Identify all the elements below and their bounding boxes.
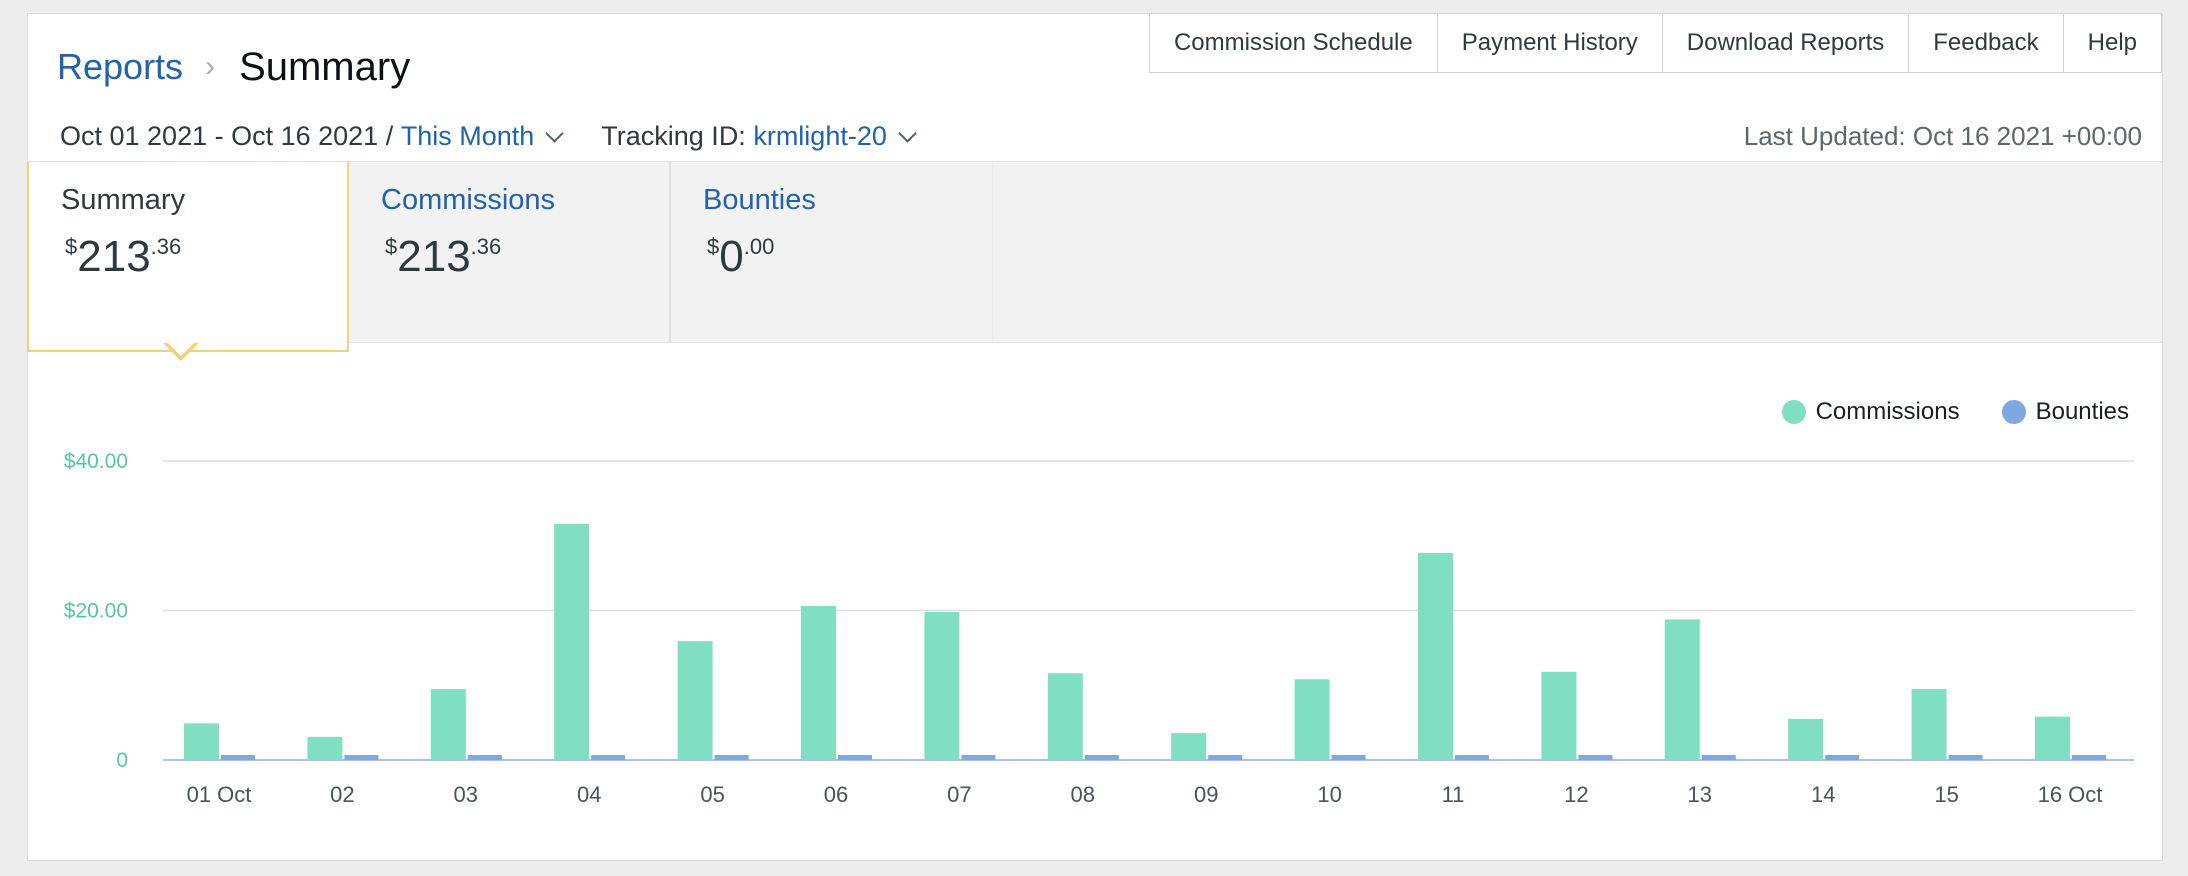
y-tick-label: $40.00 <box>64 450 128 473</box>
bar-commissions <box>1788 718 1824 760</box>
bar-bounties <box>221 755 255 760</box>
bar-commissions <box>924 611 960 760</box>
bar-commissions <box>554 523 590 760</box>
bar-bounties <box>1208 755 1243 760</box>
bar-commissions <box>1171 733 1207 760</box>
x-tick-label: 06 <box>824 782 848 807</box>
bar-bounties <box>961 755 996 760</box>
bar-commissions <box>1664 619 1700 760</box>
bar-bounties <box>714 755 749 760</box>
x-tick-label: 01 Oct <box>187 782 252 807</box>
summary-amount: $213.36 <box>65 232 182 281</box>
x-tick-label: 09 <box>1194 782 1218 807</box>
bar-bounties <box>1578 755 1613 760</box>
bar-commissions <box>677 641 713 760</box>
earnings-bar-chart: 0 $20.00 $40.00 01 Oct 02 03 04 05 06 07 08 09 10 11 1… <box>64 450 2134 807</box>
x-tick-label: 02 <box>330 782 354 807</box>
bar-commissions <box>1418 552 1453 760</box>
x-tick-label: 16 Oct <box>2038 782 2103 807</box>
bar-bounties <box>344 755 379 760</box>
bar-bounties <box>467 755 502 760</box>
bar-bounties <box>1948 755 1983 760</box>
x-tick-label: 08 <box>1071 782 1095 807</box>
x-tick-label: 10 <box>1317 782 1341 807</box>
x-tick-label: 03 <box>454 782 478 807</box>
bar-commissions <box>430 688 466 760</box>
bar-commissions <box>801 606 836 760</box>
bar-bounties <box>1084 755 1119 760</box>
bar-bounties <box>838 755 872 760</box>
x-tick-label: 14 <box>1811 782 1835 807</box>
y-tick-label: 0 <box>116 749 128 772</box>
bar-commissions <box>184 723 219 760</box>
bar-commissions <box>2035 716 2070 760</box>
reports-card: Reports › Summary Commission Schedule Pa… <box>27 13 2163 861</box>
y-tick-label: $20.00 <box>64 600 128 623</box>
bar-commissions <box>1047 673 1083 760</box>
x-tick-label: 13 <box>1688 782 1712 807</box>
bar-commissions <box>307 736 343 760</box>
bar-bounties <box>1331 755 1366 760</box>
x-tick-label: 05 <box>700 782 724 807</box>
x-tick-label: 07 <box>947 782 971 807</box>
bar-bounties <box>2072 755 2106 760</box>
x-tick-label: 12 <box>1564 782 1588 807</box>
bar-commissions <box>1911 688 1947 760</box>
bar-bounties <box>1455 755 1489 760</box>
tab-summary-title: Summary <box>61 184 186 216</box>
bar-bounties <box>1825 755 1860 760</box>
bar-commissions <box>1541 671 1577 760</box>
tab-summary[interactable]: Summary $213.36 <box>27 162 349 352</box>
bar-bounties <box>1701 755 1736 760</box>
bar-commissions <box>1294 679 1330 760</box>
x-tick-label: 04 <box>577 782 601 807</box>
x-tick-label: 15 <box>1934 782 1958 807</box>
bar-bounties <box>591 755 626 760</box>
x-tick-label: 11 <box>1442 782 1465 807</box>
